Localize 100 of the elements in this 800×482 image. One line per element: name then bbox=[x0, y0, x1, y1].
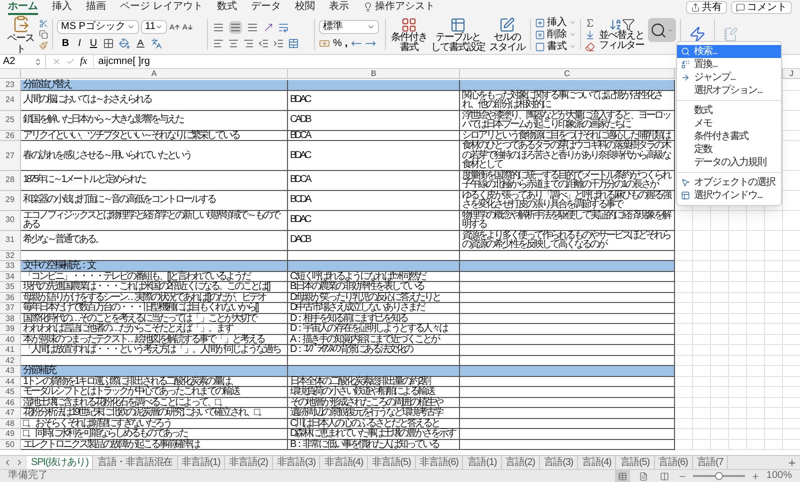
merge-cells-icon[interactable] bbox=[288, 38, 299, 48]
row-number[interactable]: 24 bbox=[0, 90, 20, 110]
shrink-font-icon[interactable] bbox=[182, 22, 193, 32]
diagonal-arrow-icon[interactable] bbox=[263, 22, 274, 32]
table-cell: 「コンビニ」・・・・テレビの番組も、[ ]と言われているようだ bbox=[23, 272, 250, 281]
sort-filter-button[interactable]: 並べ替えと フィルター bbox=[599, 15, 644, 54]
comma-button[interactable]: , bbox=[344, 38, 348, 49]
row-number[interactable]: 47 bbox=[0, 408, 20, 418]
align-center-icon[interactable] bbox=[228, 38, 239, 48]
phonetic-icon[interactable] bbox=[151, 38, 162, 49]
row-number[interactable]: 45 bbox=[0, 387, 20, 396]
format-button[interactable]: B bbox=[61, 38, 70, 49]
row-number[interactable]: 41 bbox=[0, 345, 20, 354]
format-button[interactable]: I bbox=[75, 38, 84, 49]
border-icon[interactable] bbox=[103, 38, 114, 49]
column-header[interactable]: C bbox=[460, 69, 674, 78]
align-left-icon[interactable] bbox=[213, 38, 224, 48]
next-sheet-icon[interactable] bbox=[15, 458, 24, 467]
row-number[interactable]: 29 bbox=[0, 190, 20, 210]
table-cell: 遺跡周辺の景観復元を行うなど環境考古学 bbox=[290, 408, 442, 418]
font-color-icon[interactable] bbox=[135, 38, 146, 49]
comment-icon bbox=[736, 3, 745, 12]
menu-item[interactable]: メモ bbox=[677, 117, 781, 130]
font-name-field[interactable]: MS Pゴシック bbox=[57, 20, 139, 34]
check-icon[interactable] bbox=[66, 57, 75, 66]
column-header[interactable]: J bbox=[783, 69, 800, 78]
row-number[interactable]: 39 bbox=[0, 324, 20, 334]
styles-button[interactable]: セルの スタイル bbox=[488, 15, 526, 54]
percent-button[interactable]: % bbox=[333, 38, 342, 49]
row-number[interactable]: 28 bbox=[0, 170, 20, 190]
sheet-tab[interactable]: SPI(抜けあり) bbox=[27, 456, 94, 469]
cells-button[interactable]: 削除 bbox=[535, 29, 576, 40]
format-button[interactable]: U bbox=[89, 38, 98, 49]
menu-tab[interactable]: 挿入 bbox=[52, 0, 72, 15]
menu-item[interactable]: 置換... bbox=[677, 58, 781, 71]
formula-field[interactable]: aijcmne[ ]rg bbox=[98, 56, 150, 68]
lightning-icon[interactable] bbox=[689, 26, 706, 43]
view-button[interactable] bbox=[615, 470, 630, 482]
styles-button[interactable]: 条件付き 書式 bbox=[390, 15, 428, 54]
menu-tab[interactable]: 表示 bbox=[328, 0, 349, 15]
menu-tab[interactable]: ページ レイアウト bbox=[120, 0, 203, 15]
menu-item[interactable]: 選択ウインドウ... bbox=[677, 189, 781, 202]
fill-down-icon[interactable] bbox=[585, 30, 595, 40]
find-button[interactable] bbox=[648, 18, 676, 42]
menu-item[interactable]: 条件付き書式 bbox=[677, 130, 781, 143]
menu-item[interactable]: データの入力規則 bbox=[677, 156, 781, 169]
row-number[interactable]: 35 bbox=[0, 282, 20, 292]
menu-item[interactable]: 選択オプション... bbox=[677, 84, 781, 97]
add-sheet-icon[interactable] bbox=[787, 458, 797, 468]
align-button[interactable] bbox=[229, 20, 242, 34]
cells-button[interactable]: 書式 bbox=[535, 41, 576, 52]
number-format-field[interactable]: 標準 bbox=[319, 20, 379, 34]
paint-bucket-icon[interactable] bbox=[119, 38, 130, 49]
grow-font-icon[interactable] bbox=[169, 22, 180, 32]
menu-item[interactable]: ジャンプ... bbox=[677, 71, 781, 84]
assist-label[interactable]: 操作アシスト bbox=[374, 0, 435, 13]
fx-label[interactable]: fx bbox=[80, 56, 88, 68]
row-number[interactable]: 23 bbox=[0, 80, 20, 90]
column-header[interactable]: B bbox=[288, 69, 459, 78]
table-cell: BDAC bbox=[290, 215, 310, 225]
row-number[interactable]: 31 bbox=[0, 230, 20, 250]
stepper-icon bbox=[34, 58, 42, 66]
paste-button[interactable]: ペースト bbox=[4, 14, 37, 54]
previous-sheet-icon[interactable] bbox=[3, 458, 12, 467]
indent-decrease-icon[interactable] bbox=[258, 38, 269, 48]
currency-icon[interactable] bbox=[319, 38, 330, 49]
column-header[interactable]: A bbox=[21, 69, 287, 78]
row-number[interactable]: 43 bbox=[0, 366, 20, 376]
row-number[interactable]: 49 bbox=[0, 429, 20, 438]
row-number[interactable]: 25 bbox=[0, 110, 20, 130]
row-number[interactable]: 30 bbox=[0, 210, 20, 230]
sigma-icon[interactable] bbox=[585, 18, 595, 28]
table-cell: 現代の先進国農業は・・・これは米国の2倍近くになる。このことは[ ] bbox=[23, 282, 269, 292]
name-box[interactable]: A2 bbox=[0, 55, 46, 68]
cells-button[interactable]: 挿入 bbox=[535, 17, 576, 28]
menu-item[interactable]: 検索... bbox=[677, 45, 781, 58]
eraser-icon[interactable] bbox=[585, 42, 595, 52]
row-number[interactable]: 37 bbox=[0, 303, 20, 312]
align-right-icon[interactable] bbox=[243, 38, 254, 48]
styles-button[interactable]: テーブルと して書式設定 bbox=[430, 15, 486, 54]
indent-increase-icon[interactable] bbox=[273, 38, 284, 48]
scissors-icon[interactable] bbox=[39, 19, 48, 28]
copy-icon[interactable] bbox=[39, 30, 48, 39]
menu-tab[interactable]: 描画 bbox=[86, 0, 106, 15]
menu-tab[interactable]: データ bbox=[250, 0, 281, 15]
share-button[interactable]: 共有 bbox=[686, 1, 727, 14]
lightbulb-icon[interactable] bbox=[362, 2, 373, 12]
menu-tab[interactable]: 数式 bbox=[216, 0, 237, 15]
zoom-in-icon[interactable] bbox=[751, 472, 760, 480]
slider-thumb[interactable] bbox=[715, 472, 724, 480]
menu-item[interactable]: 定数 bbox=[677, 143, 781, 156]
menu-tab[interactable]: 校閲 bbox=[294, 0, 315, 15]
row-number[interactable]: 27 bbox=[0, 141, 20, 170]
wrap-text-icon[interactable] bbox=[278, 22, 289, 32]
menu-item[interactable]: 数式 bbox=[677, 104, 781, 117]
font-size-field[interactable]: 11 bbox=[141, 20, 167, 34]
menu-item[interactable]: オブジェクトの選択 bbox=[677, 176, 781, 189]
comment-button[interactable]: コメント bbox=[731, 1, 792, 14]
table-cell: C:短く呼ばれるようになればﾋｯﾄ同然だ bbox=[290, 272, 425, 281]
row-number[interactable]: 33 bbox=[0, 261, 20, 270]
